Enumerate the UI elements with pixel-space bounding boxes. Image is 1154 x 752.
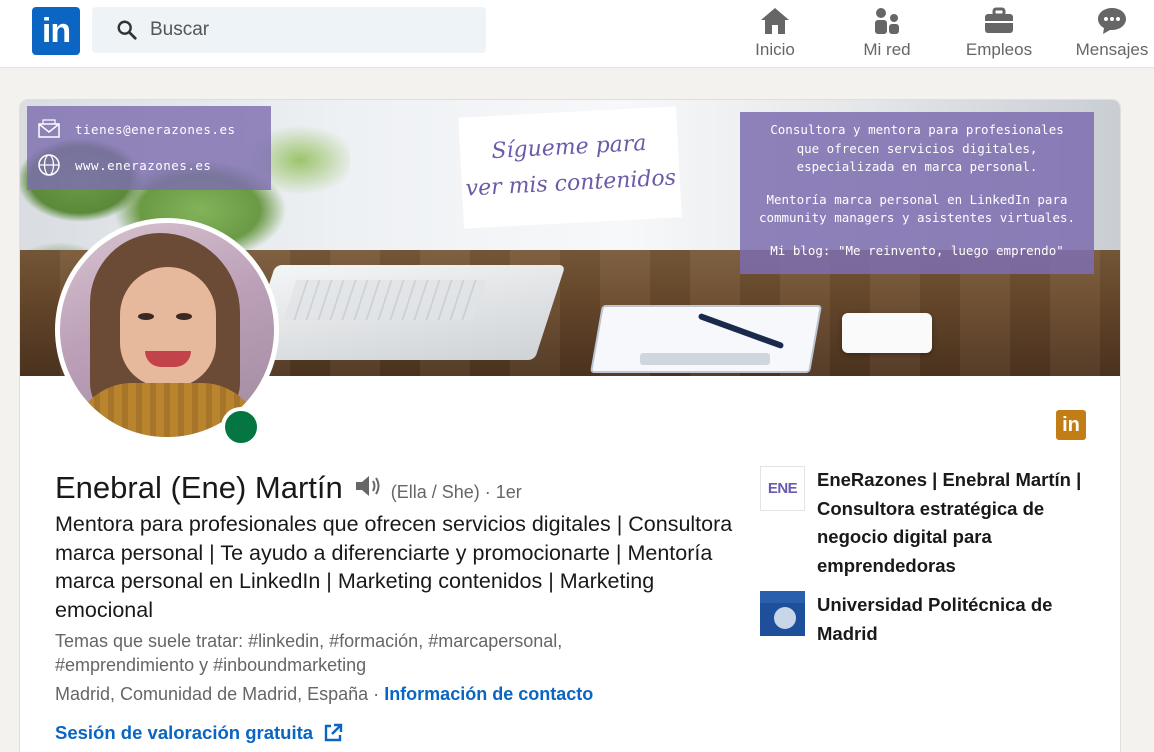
banner-email: tienes@enerazones.es <box>75 121 236 137</box>
avatar-photo <box>60 223 274 437</box>
banner-contact-box: tienes@enerazones.es www.enerazones.es <box>27 106 271 190</box>
envelope-icon <box>38 119 60 138</box>
nav-item-mensajes[interactable]: Mensajes <box>1072 4 1152 64</box>
session-link[interactable]: Sesión de valoración gratuita <box>55 722 343 744</box>
nav-item-label: Inicio <box>755 40 795 59</box>
nav-item-mi-red[interactable]: Mi red <box>857 4 917 64</box>
nav-item-label: Empleos <box>965 40 1033 59</box>
profile-headline: Mentora para profesionales que ofrecen s… <box>55 512 733 622</box>
globe-icon <box>38 154 60 176</box>
nav-item-label: Mensajes <box>1075 40 1149 59</box>
online-status-indicator <box>221 407 261 447</box>
profile-card: tienes@enerazones.es www.enerazones.es S… <box>20 100 1120 752</box>
banner-info-line: especializada en marca personal. <box>796 159 1038 174</box>
banner-clip-image <box>640 353 770 365</box>
experience-item-upm[interactable]: Universidad Politécnica de Madrid <box>760 591 1097 648</box>
profile-topics: Temas que suele tratar: #linkedin, #form… <box>55 631 563 675</box>
enerazones-logo: ENE <box>760 466 805 511</box>
banner-info-line: Mentoría marca personal en LinkedIn para <box>766 191 1068 207</box>
linkedin-premium-icon[interactable]: in <box>1056 410 1086 440</box>
profile-pronouns: (Ella / She) · 1er <box>390 482 522 502</box>
upm-logo <box>760 591 805 636</box>
profile-name: Enebral (Ene) Martín <box>55 470 343 505</box>
nav-item-inicio[interactable]: Inicio <box>745 4 805 64</box>
external-link-icon <box>324 723 343 742</box>
nav-item-label: Mi red <box>863 40 911 59</box>
banner-website: www.enerazones.es <box>75 157 212 173</box>
search-input[interactable] <box>150 19 450 41</box>
profile-location: Madrid, Comunidad de Madrid, España · In… <box>55 684 593 705</box>
banner-laptop-keys <box>283 280 487 320</box>
banner-info-line: Consultora y mentora para profesionales <box>770 122 1064 137</box>
banner-phone-image <box>842 313 932 353</box>
search-icon <box>117 20 137 40</box>
nav-item-empleos[interactable]: Empleos <box>964 4 1034 64</box>
speaker-icon[interactable] <box>353 474 383 503</box>
banner-info-line: que ofrecen servicios digitales, <box>796 140 1038 156</box>
home-icon <box>759 4 791 38</box>
banner-info-line: Mi blog: "Me reinvento, luego emprendo" <box>770 242 1064 258</box>
linkedin-logo[interactable]: in <box>32 7 80 55</box>
session-link-label: Sesión de valoración gratuita <box>55 722 314 743</box>
experience-name: EneRazones | Enebral Martín | Consultora… <box>817 469 1082 576</box>
experience-item-enerazones[interactable]: ENE EneRazones | Enebral Martín | Consul… <box>760 466 1097 580</box>
banner-follow-card: Sígueme para ver mis contenidos <box>458 106 682 229</box>
messages-icon <box>1096 4 1128 38</box>
banner-website-row: www.enerazones.es <box>27 150 211 180</box>
search-bar[interactable] <box>92 7 486 53</box>
banner-info-box: Consultora y mentora para profesionales … <box>740 112 1094 274</box>
banner-email-row: tienes@enerazones.es <box>27 114 236 144</box>
network-icon <box>872 4 902 38</box>
location-text: Madrid, Comunidad de Madrid, España · <box>55 684 380 704</box>
contact-info-link[interactable]: Información de contacto <box>384 684 593 704</box>
banner-info-line: community managers y asistentes virtuale… <box>758 210 1076 225</box>
top-navigation: in Inicio Mi red Empleos Mensajes <box>0 0 1154 68</box>
experience-name: Universidad Politécnica de Madrid <box>817 594 1053 644</box>
profile-name-row: Enebral (Ene) Martín (Ella / She) · 1er <box>55 470 522 506</box>
briefcase-icon <box>983 4 1015 38</box>
